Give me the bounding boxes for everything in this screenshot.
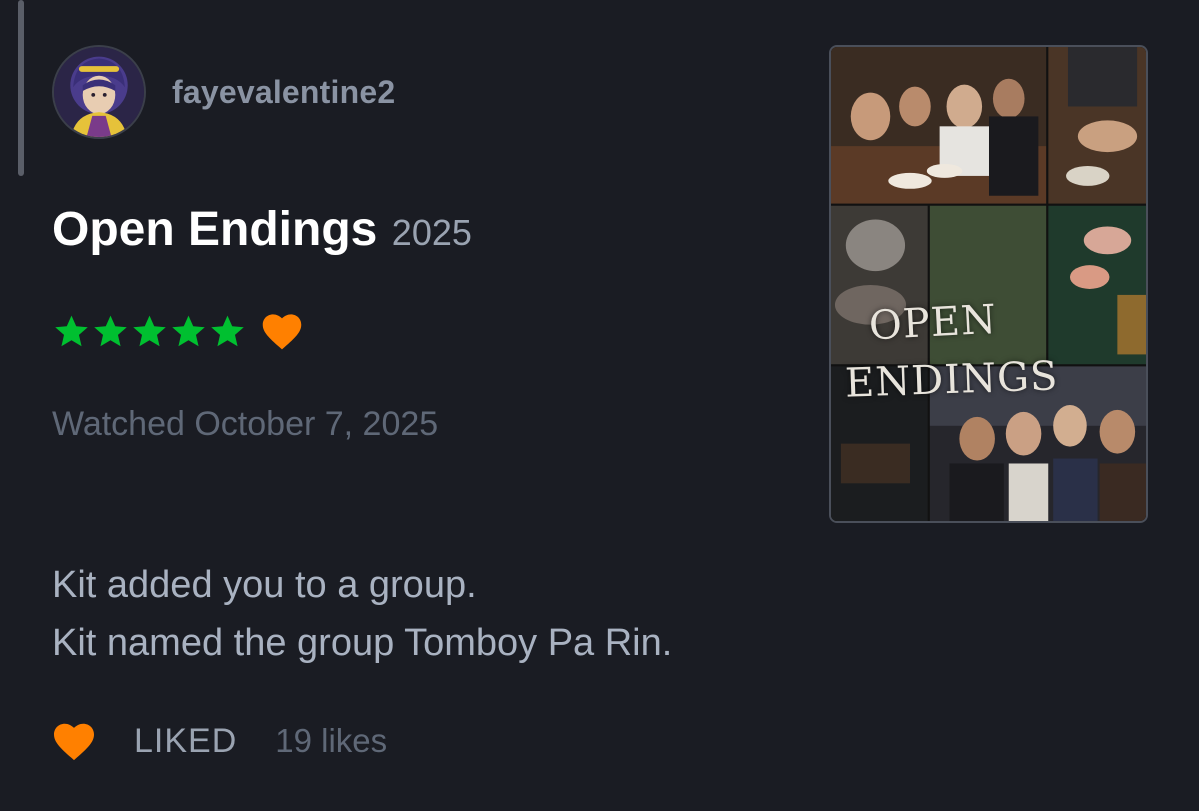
star-rating xyxy=(52,312,247,351)
username[interactable]: fayevalentine2 xyxy=(172,74,395,111)
star-icon xyxy=(211,315,244,346)
scroll-indicator[interactable] xyxy=(18,0,24,176)
poster-title-line: OPEN xyxy=(867,296,999,350)
heart-icon[interactable] xyxy=(52,721,96,761)
author-row[interactable]: fayevalentine2 xyxy=(52,45,395,139)
review-footer: LIKED 19 likes xyxy=(52,716,387,766)
star-icon xyxy=(55,315,88,346)
review-line: Kit added you to a group. xyxy=(52,564,477,606)
star-icon xyxy=(172,315,205,346)
avatar[interactable] xyxy=(52,45,146,139)
rating-row xyxy=(52,308,303,354)
star-icon xyxy=(133,315,166,346)
poster-title-line: ENDINGS xyxy=(844,353,1060,407)
review-screen: fayevalentine2 Open Endings 2025 Watched… xyxy=(0,0,1199,811)
likes-count[interactable]: 19 likes xyxy=(275,722,387,760)
star-icon xyxy=(94,315,127,346)
review-text: Kit added you to a group. Kit named the … xyxy=(52,556,672,672)
film-year[interactable]: 2025 xyxy=(392,212,472,253)
film-title[interactable]: Open Endings xyxy=(52,203,377,256)
film-title-row[interactable]: Open Endings 2025 xyxy=(52,202,472,257)
film-poster[interactable]: OPEN ENDINGS xyxy=(829,45,1148,523)
heart-icon xyxy=(262,314,302,350)
watched-date: Watched October 7, 2025 xyxy=(52,405,439,443)
poster-image xyxy=(831,47,1146,521)
review-line: Kit named the group Tomboy Pa Rin. xyxy=(52,622,673,664)
liked-label[interactable]: LIKED xyxy=(134,722,237,761)
